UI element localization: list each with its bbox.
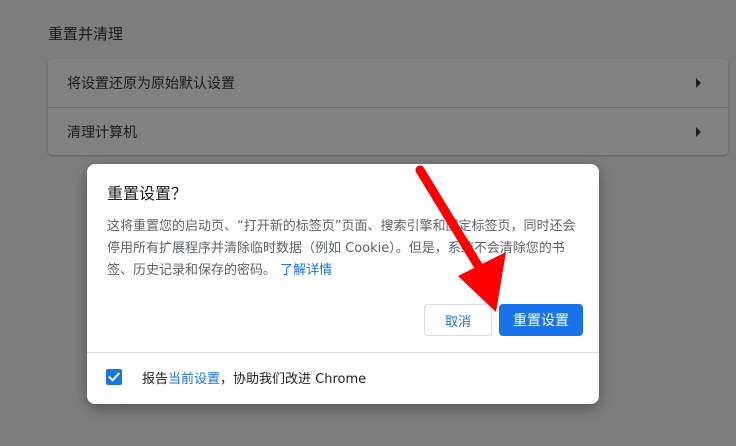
cleanup-computer-label: 清理计算机 — [67, 124, 137, 141]
report-settings-checkbox[interactable] — [106, 369, 122, 385]
report-suffix: ，协助我们改进 Chrome — [220, 372, 367, 387]
reset-settings-button[interactable]: 重置设置 — [499, 304, 583, 336]
dialog-divider — [87, 352, 599, 353]
restore-defaults-label: 将设置还原为原始默认设置 — [67, 76, 235, 92]
cancel-button[interactable]: 取消 — [424, 304, 492, 336]
reset-settings-dialog: 重置设置？ 这将重置您的启动页、“打开新的标签页”页面、搜索引擎和固定标签页，同… — [87, 164, 599, 404]
cleanup-computer-row[interactable]: 清理计算机 — [48, 107, 728, 155]
restore-defaults-row[interactable]: 将设置还原为原始默认设置 — [48, 59, 728, 107]
current-settings-link[interactable]: 当前设置 — [168, 372, 220, 387]
check-icon — [108, 372, 121, 382]
reset-cleanup-card: 将设置还原为原始默认设置 清理计算机 — [48, 59, 728, 155]
section-title: 重置并清理 — [48, 25, 124, 43]
dialog-title: 重置设置？ — [107, 184, 188, 203]
chevron-right-icon — [696, 78, 701, 88]
report-text: 报告当前设置，协助我们改进 Chrome — [142, 368, 366, 387]
dialog-description: 这将重置您的启动页、“打开新的标签页”页面、搜索引擎和固定标签页，同时还会停用所… — [107, 219, 576, 278]
chevron-right-icon — [696, 126, 701, 137]
report-prefix: 报告 — [142, 372, 169, 387]
learn-more-link[interactable]: 了解详情 — [280, 263, 332, 278]
dialog-body: 这将重置您的启动页、“打开新的标签页”页面、搜索引擎和固定标签页，同时还会停用所… — [107, 216, 585, 282]
